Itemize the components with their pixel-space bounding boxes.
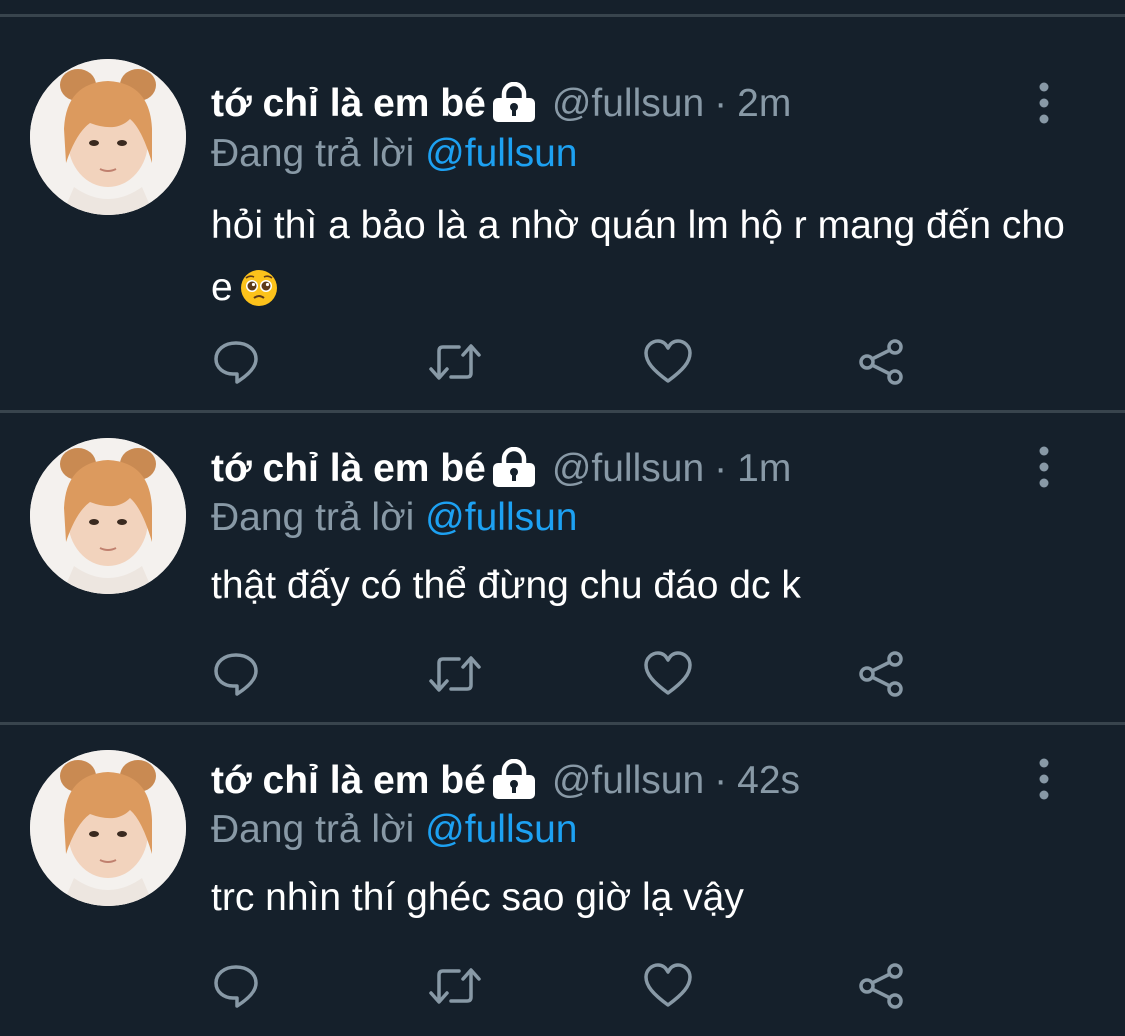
- more-options-button[interactable]: [1028, 757, 1060, 801]
- avatar[interactable]: [30, 59, 186, 215]
- separator-dot: ·: [714, 447, 728, 490]
- share-button[interactable]: [857, 961, 907, 1011]
- display-name[interactable]: tớ chỉ là em bé: [211, 447, 486, 490]
- retweet-button[interactable]: [425, 649, 481, 699]
- retweet-icon: [429, 656, 481, 692]
- avatar-image: [30, 750, 186, 906]
- heart-icon: [644, 651, 692, 695]
- user-handle[interactable]: @fullsun: [552, 759, 704, 802]
- tweet-text: trc nhìn thí ghéc sao giờ lạ vậy: [211, 867, 1091, 929]
- retweet-button[interactable]: [425, 337, 481, 387]
- mention-link[interactable]: @fullsun: [425, 496, 577, 539]
- avatar-image: [30, 59, 186, 215]
- tweet[interactable]: tớ chỉ là em bé @fullsun · 2m Đang trả lời …: [0, 17, 1125, 413]
- lock-icon: [490, 81, 538, 135]
- tweet[interactable]: tớ chỉ là em bé @fullsun · 1m Đang trả lời …: [0, 413, 1125, 725]
- share-button[interactable]: [857, 649, 907, 699]
- like-button[interactable]: [643, 649, 693, 699]
- retweet-icon: [429, 344, 481, 380]
- tweet-actions: [211, 649, 931, 699]
- share-icon: [859, 339, 903, 385]
- tweet-text-content: hỏi thì a bảo là a nhờ quán lm hộ r mang…: [211, 204, 1065, 309]
- share-button[interactable]: [857, 337, 907, 387]
- reply-icon: [214, 341, 258, 384]
- replying-to-label: Đang trả lời: [211, 496, 415, 539]
- tweet-text: thật đấy có thể đừng chu đáo dc k: [211, 555, 1091, 617]
- replying-to: Đang trả lời @fullsun: [211, 129, 578, 179]
- tweet-text: hỏi thì a bảo là a nhờ quán lm hộ r mang…: [211, 195, 1091, 327]
- separator-dot: ·: [714, 82, 728, 125]
- retweet-icon: [429, 968, 481, 1004]
- tweet-text-content: thật đấy có thể đừng chu đáo dc k: [211, 564, 801, 607]
- heart-icon: [644, 339, 692, 383]
- reply-button[interactable]: [211, 649, 261, 699]
- retweet-button[interactable]: [425, 961, 481, 1011]
- more-options-button[interactable]: [1028, 81, 1060, 125]
- separator-dot: ·: [714, 759, 728, 802]
- mention-link[interactable]: @fullsun: [425, 808, 577, 851]
- reply-button[interactable]: [211, 337, 261, 387]
- reply-button[interactable]: [211, 961, 261, 1011]
- more-vertical-icon: [1039, 758, 1049, 800]
- tweet-actions: [211, 961, 931, 1011]
- user-handle[interactable]: @fullsun: [552, 447, 704, 490]
- timestamp[interactable]: 1m: [737, 447, 791, 490]
- like-button[interactable]: [643, 961, 693, 1011]
- share-icon: [859, 963, 903, 1009]
- user-handle[interactable]: @fullsun: [552, 82, 704, 125]
- more-vertical-icon: [1039, 82, 1049, 124]
- timestamp[interactable]: 42s: [737, 759, 800, 802]
- replying-to: Đang trả lời @fullsun: [211, 493, 578, 543]
- heart-icon: [644, 963, 692, 1007]
- replying-to-label: Đang trả lời: [211, 132, 415, 175]
- tweet[interactable]: tớ chỉ là em bé @fullsun · 42s Đang trả lời…: [0, 725, 1125, 1036]
- share-icon: [859, 651, 903, 697]
- replying-to: Đang trả lời @fullsun: [211, 805, 578, 855]
- reply-icon: [214, 653, 258, 696]
- mention-link[interactable]: @fullsun: [425, 132, 577, 175]
- avatar[interactable]: [30, 438, 186, 594]
- timestamp[interactable]: 2m: [737, 82, 791, 125]
- avatar-image: [30, 438, 186, 594]
- tweet-text-content: trc nhìn thí ghéc sao giờ lạ vậy: [211, 876, 744, 919]
- display-name[interactable]: tớ chỉ là em bé: [211, 759, 486, 802]
- more-options-button[interactable]: [1028, 445, 1060, 489]
- like-button[interactable]: [643, 337, 693, 387]
- more-vertical-icon: [1039, 446, 1049, 488]
- display-name[interactable]: tớ chỉ là em bé: [211, 82, 486, 125]
- avatar[interactable]: [30, 750, 186, 906]
- tweet-actions: [211, 337, 931, 387]
- pleading-face-icon: [239, 265, 279, 327]
- reply-icon: [214, 965, 258, 1008]
- replying-to-label: Đang trả lời: [211, 808, 415, 851]
